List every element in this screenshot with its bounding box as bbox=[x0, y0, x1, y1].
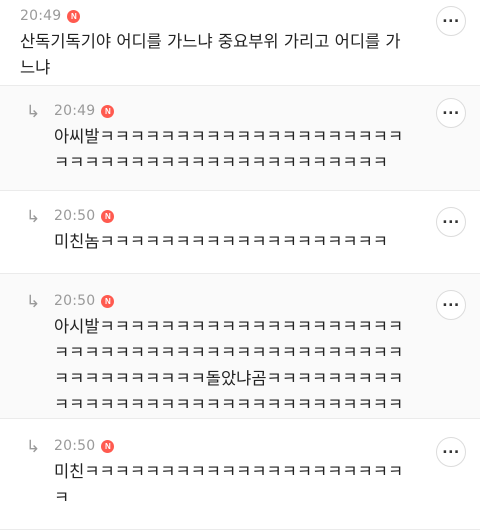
timestamp: 20:49 bbox=[54, 103, 96, 119]
comment: 20:49 N 산독기독기야 어디를 가느냐 중요부위 가리고 어디를 가느냐 … bbox=[0, 0, 480, 86]
more-icon: ... bbox=[442, 441, 460, 457]
new-badge: N bbox=[101, 294, 115, 308]
reply-arrow-icon: ↳ bbox=[26, 207, 41, 227]
more-icon: ... bbox=[442, 10, 460, 26]
comment-text: 산독기독기야 어디를 가느냐 중요부위 가리고 어디를 가느냐 bbox=[20, 32, 401, 77]
timestamp: 20:50 bbox=[54, 208, 96, 224]
timestamp: 20:49 bbox=[20, 8, 62, 24]
reply-arrow-icon: ↳ bbox=[26, 102, 41, 122]
new-badge: N bbox=[67, 9, 81, 23]
new-badge: N bbox=[101, 104, 115, 118]
more-options-button[interactable]: ... bbox=[436, 6, 466, 36]
more-options-button[interactable]: ... bbox=[436, 290, 466, 320]
comment-text: 미친놈ㅋㅋㅋㅋㅋㅋㅋㅋㅋㅋㅋㅋㅋㅋㅋㅋㅋㅋㅋ bbox=[54, 232, 388, 251]
more-icon: ... bbox=[442, 102, 460, 118]
comment-meta: 20:49 N bbox=[20, 5, 414, 27]
reply-comment: ↳ 20:50 N 미친ㅋㅋㅋㅋㅋㅋㅋㅋㅋㅋㅋㅋㅋㅋㅋㅋㅋㅋㅋㅋㅋㅋ ... bbox=[0, 419, 480, 530]
reply-arrow-icon: ↳ bbox=[26, 292, 41, 312]
more-options-button[interactable]: ... bbox=[436, 437, 466, 467]
new-badge: N bbox=[101, 439, 115, 453]
comment-meta: 20:50 N bbox=[54, 290, 418, 312]
reply-arrow-icon: ↳ bbox=[26, 437, 41, 457]
comment-thread: 20:49 N 산독기독기야 어디를 가느냐 중요부위 가리고 어디를 가느냐 … bbox=[0, 0, 480, 530]
reply-comment: ↳ 20:49 N 아씨발ㅋㅋㅋㅋㅋㅋㅋㅋㅋㅋㅋㅋㅋㅋㅋㅋㅋㅋㅋㅋㅋㅋㅋㅋㅋㅋㅋ… bbox=[0, 86, 480, 191]
comment-meta: 20:49 N bbox=[54, 100, 418, 122]
timestamp: 20:50 bbox=[54, 438, 96, 454]
more-options-button[interactable]: ... bbox=[436, 98, 466, 128]
reply-comment: ↳ 20:50 N 아시발ㅋㅋㅋㅋㅋㅋㅋㅋㅋㅋㅋㅋㅋㅋㅋㅋㅋㅋㅋㅋㅋㅋㅋㅋㅋㅋㅋ… bbox=[0, 274, 480, 440]
comment-meta: 20:50 N bbox=[54, 435, 418, 457]
comment-text: 아씨발ㅋㅋㅋㅋㅋㅋㅋㅋㅋㅋㅋㅋㅋㅋㅋㅋㅋㅋㅋㅋㅋㅋㅋㅋㅋㅋㅋㅋㅋㅋㅋㅋㅋㅋㅋㅋㅋ… bbox=[54, 127, 404, 172]
more-options-button[interactable]: ... bbox=[436, 207, 466, 237]
new-badge: N bbox=[101, 209, 115, 223]
timestamp: 20:50 bbox=[54, 293, 96, 309]
comment-meta: 20:50 N bbox=[54, 205, 418, 227]
more-icon: ... bbox=[442, 211, 460, 227]
more-icon: ... bbox=[442, 294, 460, 310]
reply-comment: ↳ 20:50 N 미친놈ㅋㅋㅋㅋㅋㅋㅋㅋㅋㅋㅋㅋㅋㅋㅋㅋㅋㅋㅋ ... bbox=[0, 191, 480, 274]
comment-text: 미친ㅋㅋㅋㅋㅋㅋㅋㅋㅋㅋㅋㅋㅋㅋㅋㅋㅋㅋㅋㅋㅋㅋ bbox=[54, 462, 404, 507]
